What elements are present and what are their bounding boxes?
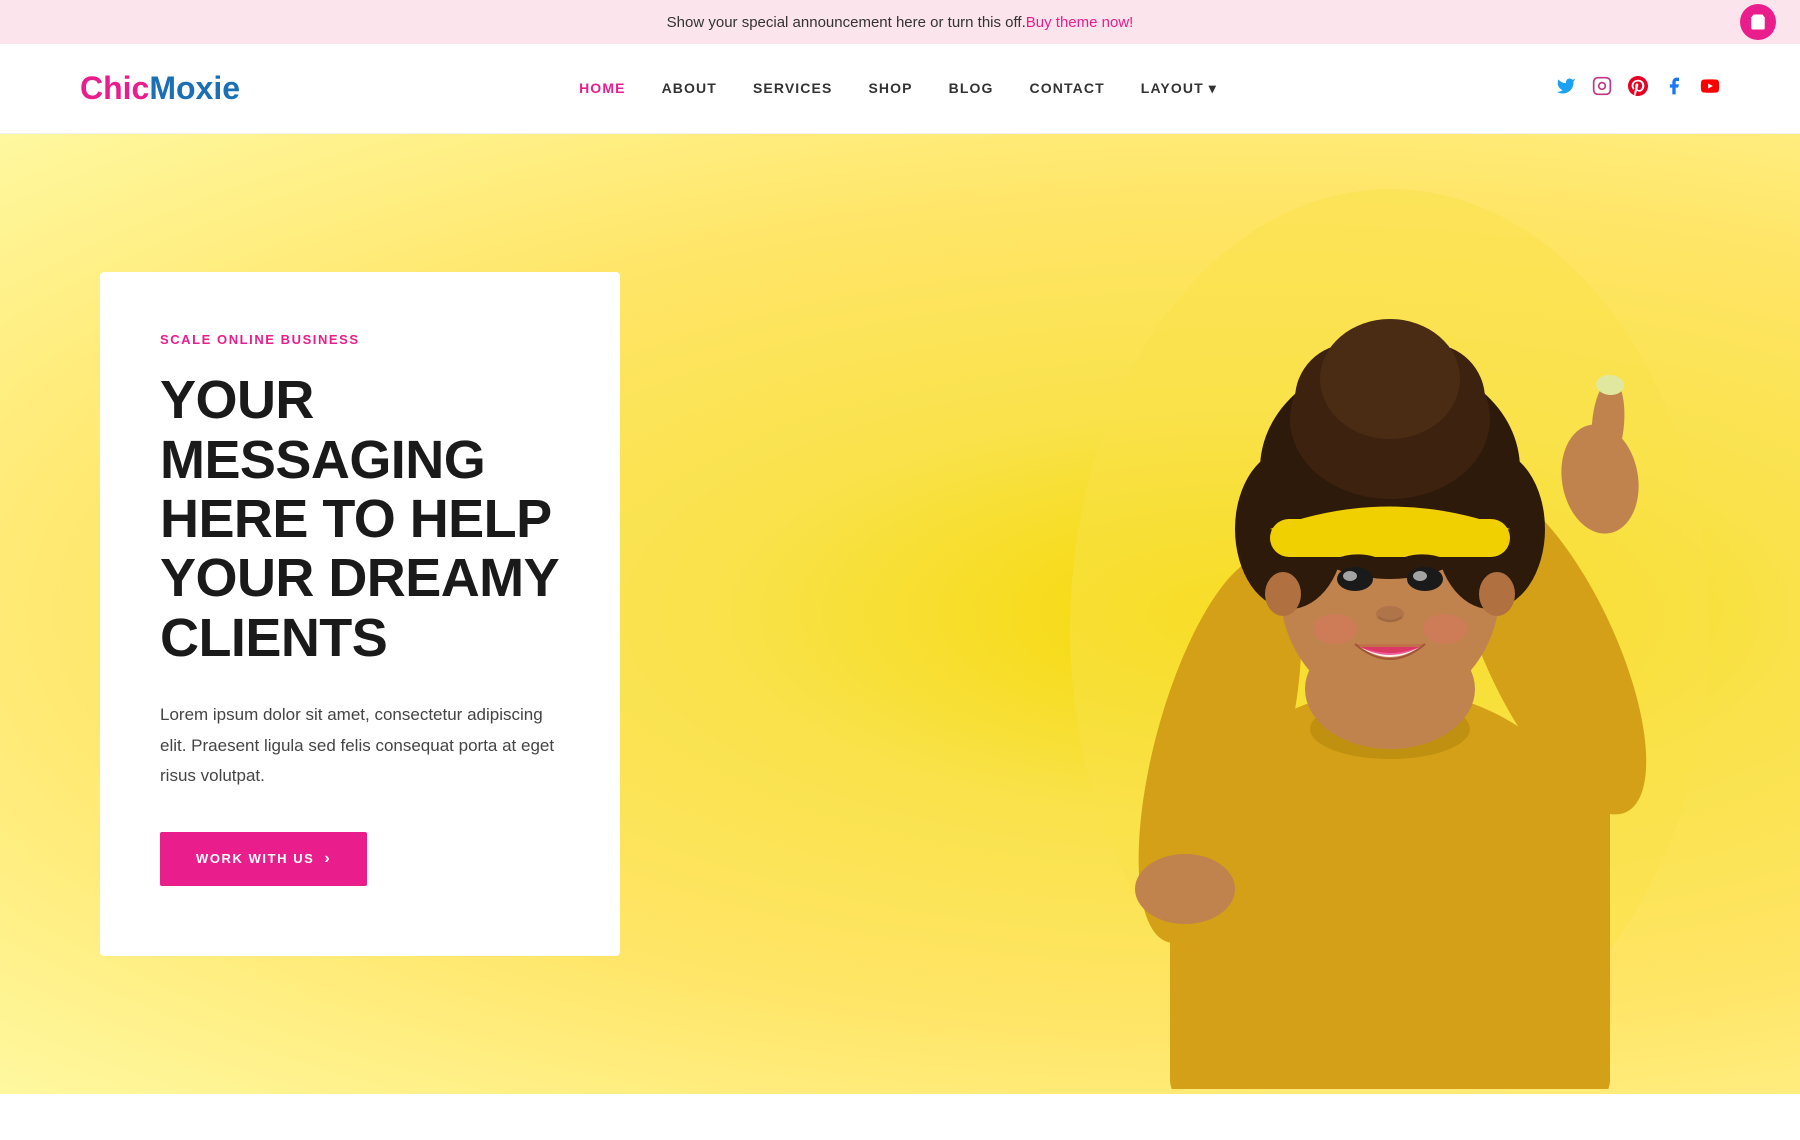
logo[interactable]: ChicMoxie — [80, 70, 240, 107]
hero-title: YOUR MESSAGING HERE TO HELP YOUR DREAMY … — [160, 371, 560, 668]
instagram-icon[interactable] — [1592, 76, 1612, 101]
logo-moxie: Moxie — [149, 70, 240, 106]
work-with-us-button[interactable]: WORK WITH US › — [160, 832, 367, 886]
navbar: ChicMoxie HOME ABOUT SERVICES SHOP BLOG … — [0, 44, 1800, 134]
nav-link-contact[interactable]: CONTACT — [1030, 80, 1105, 96]
twitter-icon[interactable] — [1556, 76, 1576, 101]
nav-item-home[interactable]: HOME — [579, 80, 625, 98]
cart-button[interactable] — [1740, 4, 1776, 40]
hero-figure-svg — [970, 134, 1750, 1089]
nav-item-layout[interactable]: LAYOUT ▾ — [1141, 80, 1217, 98]
announcement-text: Show your special announcement here or t… — [667, 14, 1026, 31]
hero-section: SCALE ONLINE BUSINESS YOUR MESSAGING HER… — [0, 134, 1800, 1094]
nav-link-layout[interactable]: LAYOUT ▾ — [1141, 80, 1217, 96]
nav-menu: HOME ABOUT SERVICES SHOP BLOG CONTACT LA… — [579, 80, 1217, 98]
nav-item-services[interactable]: SERVICES — [753, 80, 833, 98]
youtube-icon[interactable] — [1700, 76, 1720, 101]
nav-link-shop[interactable]: SHOP — [868, 80, 912, 96]
hero-subtitle: SCALE ONLINE BUSINESS — [160, 332, 560, 347]
hero-description: Lorem ipsum dolor sit amet, consectetur … — [160, 700, 560, 792]
pinterest-icon[interactable] — [1628, 76, 1648, 101]
nav-link-blog[interactable]: BLOG — [949, 80, 994, 96]
social-icons-group — [1556, 76, 1720, 101]
announcement-bar: Show your special announcement here or t… — [0, 0, 1800, 44]
nav-link-home[interactable]: HOME — [579, 80, 625, 96]
cta-label: WORK WITH US — [196, 851, 314, 866]
nav-item-blog[interactable]: BLOG — [949, 80, 994, 98]
cta-arrow: › — [324, 850, 331, 868]
logo-chic: Chic — [80, 70, 149, 106]
cart-icon — [1749, 13, 1767, 31]
nav-link-about[interactable]: ABOUT — [662, 80, 717, 96]
nav-item-contact[interactable]: CONTACT — [1030, 80, 1105, 98]
nav-link-services[interactable]: SERVICES — [753, 80, 833, 96]
announcement-link[interactable]: Buy theme now! — [1026, 14, 1134, 31]
hero-card: SCALE ONLINE BUSINESS YOUR MESSAGING HER… — [100, 272, 620, 956]
nav-item-about[interactable]: ABOUT — [662, 80, 717, 98]
facebook-icon[interactable] — [1664, 76, 1684, 101]
nav-item-shop[interactable]: SHOP — [868, 80, 912, 98]
hero-image — [970, 134, 1750, 1094]
